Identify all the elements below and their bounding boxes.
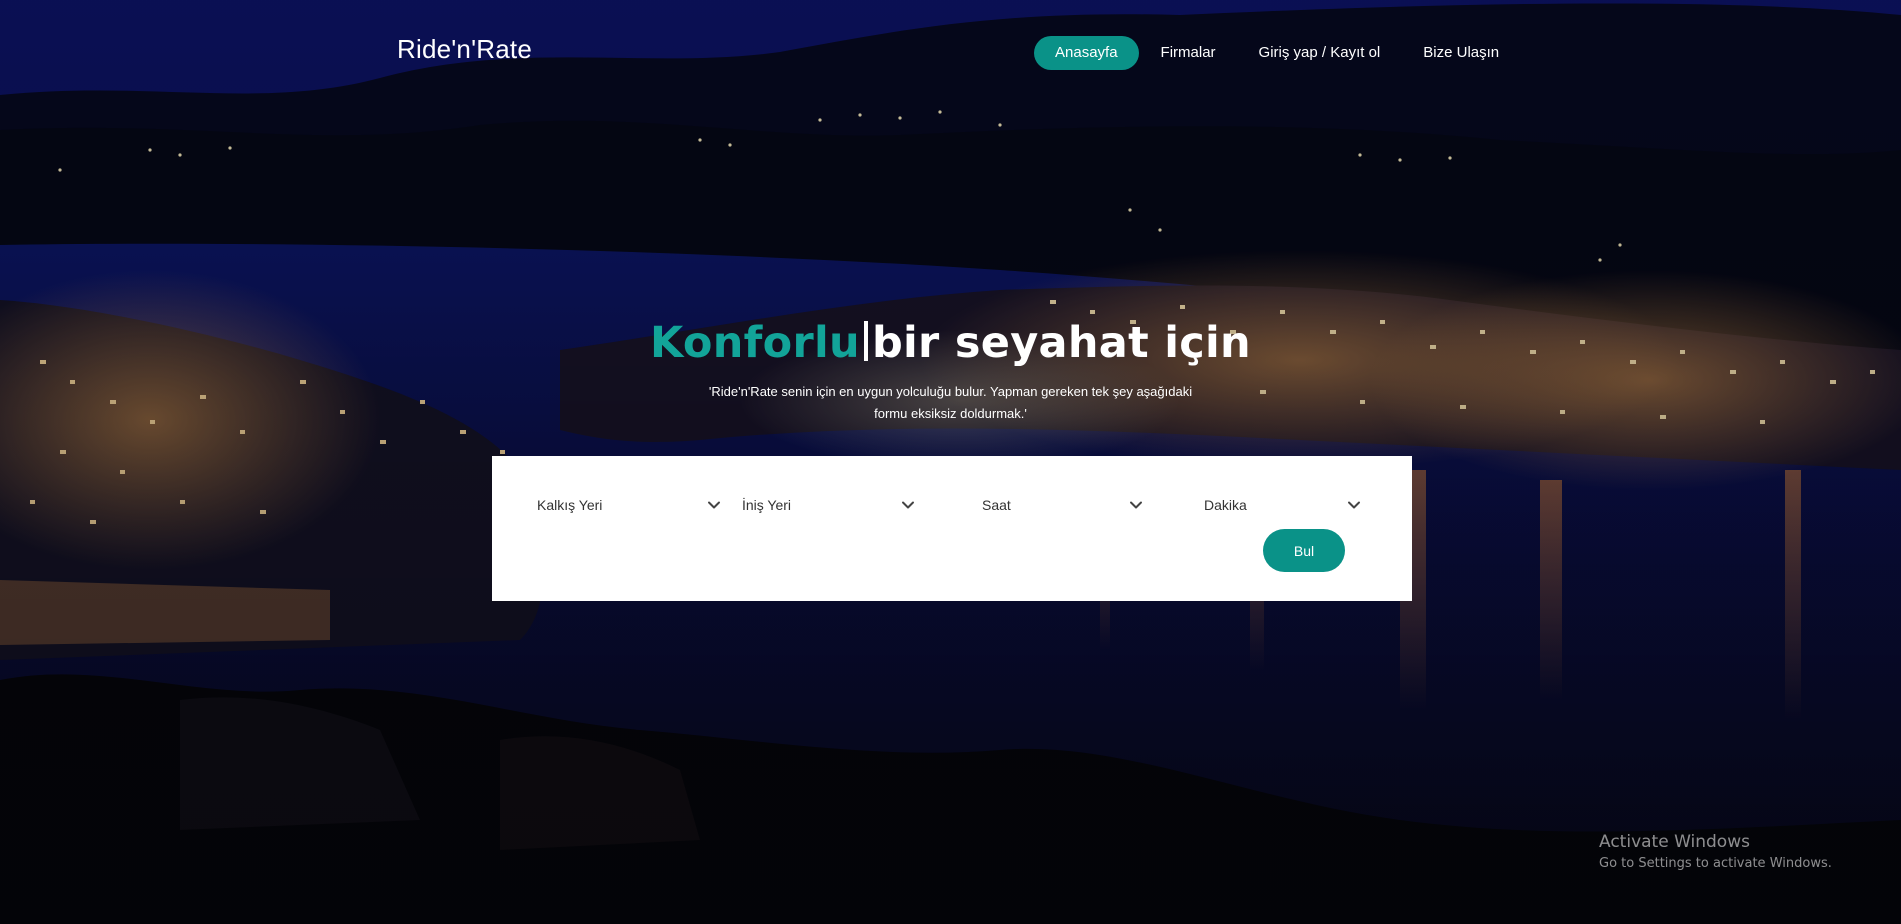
hero-subtitle: 'Ride'n'Rate senin için en uygun yolculu… (0, 381, 1901, 425)
nav-item-giris-kayit[interactable]: Giriş yap / Kayıt ol (1238, 36, 1402, 70)
minute-select-value: Dakika (1204, 497, 1247, 513)
chevron-down-icon (708, 501, 720, 509)
watermark-subtitle: Go to Settings to activate Windows. (1599, 856, 1832, 871)
hour-select-value: Saat (982, 497, 1011, 513)
minute-select[interactable]: Dakika (1204, 490, 1361, 520)
nav-item-firmalar[interactable]: Firmalar (1140, 36, 1237, 70)
hero-subtitle-line1: 'Ride'n'Rate senin için en uygun yolculu… (708, 384, 1193, 399)
chevron-down-icon (1130, 501, 1142, 509)
activate-windows-watermark: Activate Windows Go to Settings to activ… (1599, 832, 1832, 871)
page: Ride'n'Rate Anasayfa Firmalar Giriş yap … (0, 0, 1901, 924)
brand-logo[interactable]: Ride'n'Rate (397, 34, 532, 65)
hero-title: Konforlu bir seyahat için (0, 318, 1901, 368)
nav-item-bize-ulasin[interactable]: Bize Ulaşın (1402, 36, 1520, 70)
watermark-title: Activate Windows (1599, 832, 1750, 852)
find-button[interactable]: Bul (1263, 529, 1345, 572)
arrival-select[interactable]: İniş Yeri (742, 490, 915, 520)
departure-select[interactable]: Kalkış Yeri (537, 490, 721, 520)
hero-title-rest: bir seyahat için (871, 318, 1251, 368)
chevron-down-icon (902, 501, 914, 509)
arrival-select-value: İniş Yeri (742, 497, 792, 513)
hour-select[interactable]: Saat (982, 490, 1143, 520)
chevron-down-icon (1348, 501, 1360, 509)
search-form: Kalkış Yeri İniş Yeri Saat Dakika Bul (492, 456, 1412, 601)
navbar: Ride'n'Rate Anasayfa Firmalar Giriş yap … (0, 0, 1901, 106)
departure-select-value: Kalkış Yeri (537, 497, 603, 513)
typing-cursor (863, 321, 868, 361)
hero-subtitle-line2: formu eksiksiz doldurmak.' (874, 406, 1027, 421)
nav-menu: Anasayfa Firmalar Giriş yap / Kayıt ol B… (1034, 36, 1521, 70)
hero-title-accent: Konforlu (650, 318, 860, 368)
nav-item-anasayfa[interactable]: Anasayfa (1034, 36, 1139, 70)
